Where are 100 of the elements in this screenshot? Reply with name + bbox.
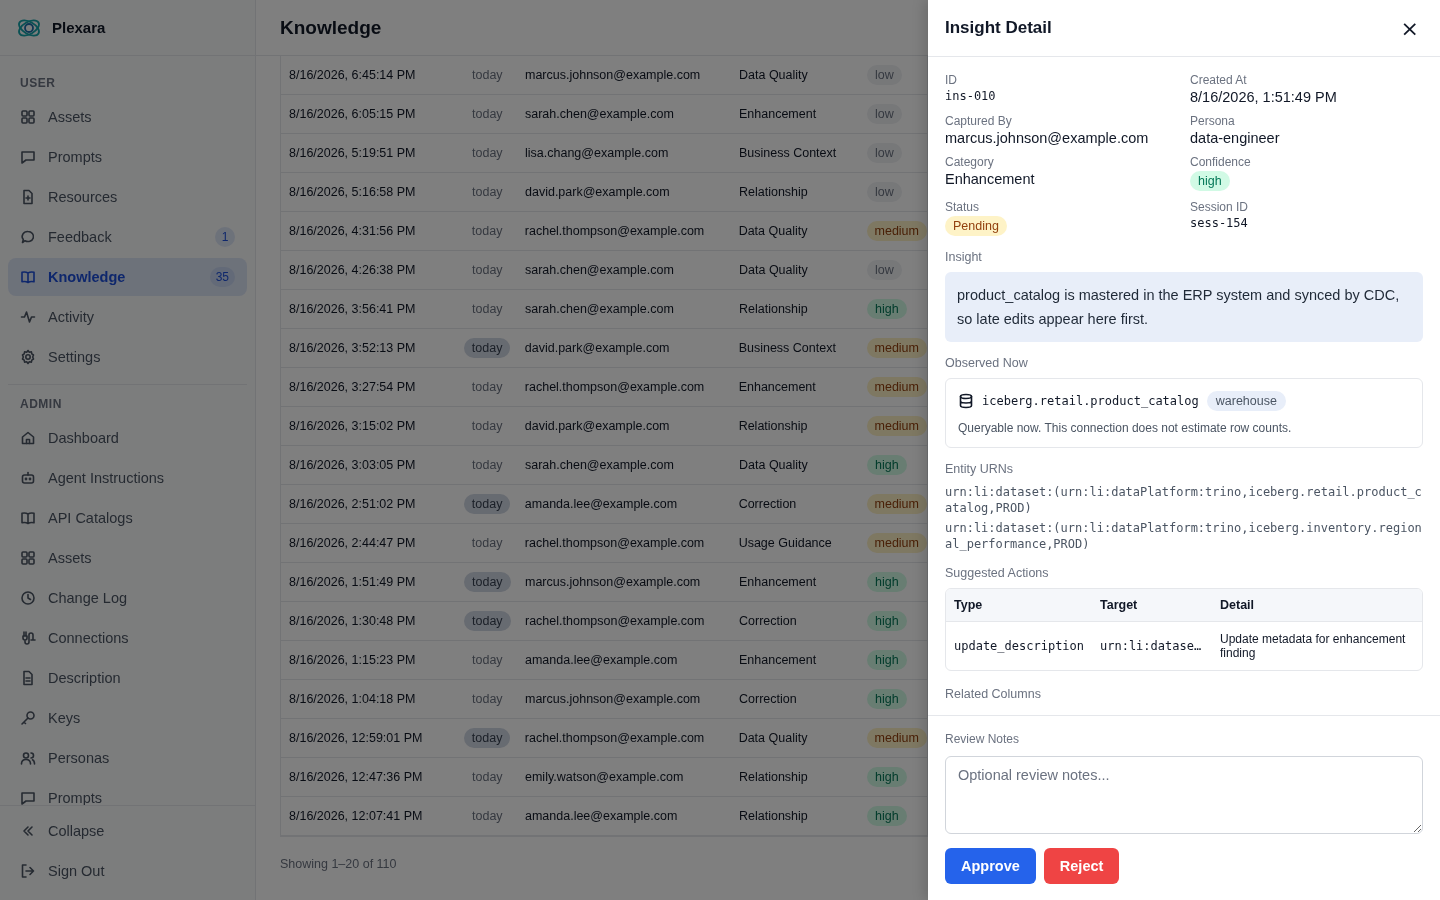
confidence-badge: medium [866, 221, 927, 241]
count-badge: 35 [209, 267, 235, 287]
age-label: today [470, 223, 504, 240]
confidence-badge: medium [866, 338, 927, 358]
table-cell-text: marcus.johnson@example.com [525, 68, 702, 82]
users-icon [20, 750, 36, 766]
table-row[interactable]: 8/16/2026, 2:44:47 PM today rachel.thompson@example.com Usage Guidance medium [281, 524, 927, 563]
table-cell-text: Correction [739, 614, 798, 628]
entity-urn: urn:li:dataset:(urn:li:dataPlatform:trino,iceberg.retail.product_catalog,PROD) [945, 484, 1423, 516]
sidebar-item[interactable]: Knowledge 35 [8, 258, 247, 296]
table-cell-text: Update metadata for enhancement finding [1220, 632, 1407, 660]
book-icon [20, 510, 36, 526]
table-row[interactable]: 8/16/2026, 1:51:49 PM today marcus.johnson@example.com Enhancement high [281, 563, 927, 602]
table-row[interactable]: 8/16/2026, 12:07:41 PM today amanda.lee@example.com Relationship high [281, 797, 927, 836]
confidence-badge: medium [866, 494, 927, 514]
table-name: iceberg.retail.product_catalog [982, 394, 1199, 408]
reject-button[interactable]: Reject [1043, 848, 1120, 884]
table-cell-text: sarah.chen@example.com [525, 302, 675, 316]
grid-icon [20, 550, 36, 566]
table-row[interactable]: 8/16/2026, 6:45:14 PM today marcus.johnson@example.com Data Quality low [281, 56, 927, 95]
table-cell-text: sarah.chen@example.com [525, 107, 675, 121]
table-row[interactable]: 8/16/2026, 3:56:41 PM today sarah.chen@example.com Relationship high [281, 290, 927, 329]
table-row[interactable]: 8/16/2026, 1:30:48 PM today rachel.thompson@example.com Correction high [281, 602, 927, 641]
field-value: Enhancement [945, 171, 1036, 187]
sidebar-item[interactable]: Personas [8, 739, 247, 777]
notes-field[interactable]: Optional review notes... [945, 756, 1423, 834]
table-row[interactable]: 8/16/2026, 12:47:36 PM today emily.watson@example.com Relationship high [281, 758, 927, 797]
sidebar-item[interactable]: Resources [8, 178, 247, 216]
table-cell-text: lisa.chang@example.com [525, 146, 670, 160]
close-button[interactable]: × [1396, 15, 1423, 41]
table-row[interactable]: 8/16/2026, 3:27:54 PM today rachel.thompson@example.com Enhancement medium [281, 368, 927, 407]
table-row[interactable]: 8/16/2026, 1:15:23 PM today amanda.lee@example.com Enhancement high [281, 641, 927, 680]
table-cell-text: 8/16/2026, 5:16:58 PM [289, 185, 417, 199]
sidebar-item[interactable]: Connections [8, 619, 247, 657]
column-header: Detail [1220, 598, 1256, 612]
age-label: today [471, 808, 504, 825]
age-label: today [471, 106, 504, 123]
confidence-badge: low [867, 104, 902, 124]
table-cell-text: marcus.johnson@example.com [525, 692, 702, 706]
status-badge: Pending [945, 216, 1007, 236]
age-label: today [471, 145, 504, 162]
plug-icon [20, 630, 36, 646]
table-cell-text: Business Context [739, 146, 838, 160]
sidebar-item[interactable]: Keys [8, 699, 247, 737]
approve-button[interactable]: Approve [945, 848, 1036, 884]
sidebar-item[interactable]: Change Log [8, 579, 247, 617]
robot-icon [20, 470, 36, 486]
section-label: Insight [945, 250, 983, 264]
entity-urn: urn:li:dataset:(urn:li:dataPlatform:trino,iceberg.inventory.regional_performance,PROD) [945, 520, 1423, 552]
table-cell-text: 8/16/2026, 3:27:54 PM [289, 380, 417, 394]
table-row[interactable]: 8/16/2026, 2:51:02 PM today amanda.lee@example.com Correction medium [281, 485, 927, 524]
age-label: today [471, 769, 504, 786]
table-cell-text: rachel.thompson@example.com [524, 380, 706, 394]
age-label: today [463, 728, 511, 748]
insight-text: product_catalog is mastered in the ERP system and synced by CDC, so late edits appear here first. [945, 272, 1423, 342]
sidebar-item[interactable]: Feedback 1 [8, 218, 247, 256]
table-row[interactable]: 8/16/2026, 4:26:38 PM today sarah.chen@example.com Data Quality low [281, 251, 927, 290]
confidence-badge: high [867, 806, 907, 826]
table-cell-text: 8/16/2026, 3:03:05 PM [289, 458, 417, 472]
field-value: sess-154 [1190, 216, 1249, 230]
sidebar-item[interactable]: Prompts [8, 138, 247, 176]
speech-bubble-icon [20, 229, 36, 245]
sidebar-item[interactable]: Assets [8, 539, 247, 577]
table-row[interactable]: 8/16/2026, 5:19:51 PM today lisa.chang@example.com Business Context low [281, 134, 927, 173]
table-cell-text: Relationship [738, 419, 809, 433]
sidebar-item[interactable]: Description [8, 659, 247, 697]
settings-icon [20, 349, 36, 365]
table-row[interactable]: 8/16/2026, 6:05:15 PM today sarah.chen@example.com Enhancement low [281, 95, 927, 134]
field-value: ins-010 [945, 89, 997, 103]
sidebar-item[interactable]: Collapse [8, 812, 247, 850]
table-row[interactable]: 8/16/2026, 3:03:05 PM today sarah.chen@example.com Data Quality high [281, 446, 927, 485]
table-cell-text: 8/16/2026, 6:45:14 PM [289, 68, 417, 82]
table-row[interactable]: 8/16/2026, 12:59:01 PM today rachel.thompson@example.com Data Quality medium [281, 719, 927, 758]
sidebar-item[interactable]: Settings [8, 338, 247, 376]
section-label: Observed Now [945, 356, 1029, 370]
table-cell-text: sarah.chen@example.com [525, 458, 675, 472]
table-cell-text: 8/16/2026, 2:51:02 PM [289, 497, 417, 511]
table-cell-text: 8/16/2026, 3:15:02 PM [289, 419, 417, 433]
page-title: Knowledge [280, 16, 382, 39]
observed-note: Queryable now. This connection does not estimate row counts. [958, 421, 1293, 435]
sidebar-item[interactable]: Agent Instructions [8, 459, 247, 497]
confidence-badge: high [867, 572, 907, 592]
table-cell-text: urn:li:datase… [1100, 639, 1203, 653]
sidebar-item[interactable]: Sign Out [8, 852, 247, 890]
age-label: today [463, 494, 511, 514]
table-row[interactable]: 8/16/2026, 1:04:18 PM today marcus.johnson@example.com Correction high [281, 680, 927, 719]
table-cell-text: Data Quality [739, 263, 809, 277]
table-row[interactable]: 8/16/2026, 5:16:58 PM today david.park@example.com Relationship low [281, 173, 927, 212]
sidebar-item[interactable]: API Catalogs [8, 499, 247, 537]
sidebar-item[interactable]: Assets [8, 98, 247, 136]
sign-out-icon [20, 863, 36, 879]
table-row[interactable]: 8/16/2026, 3:15:02 PM today david.park@example.com Relationship medium [281, 407, 927, 446]
count-badge: 1 [215, 227, 235, 247]
sidebar-item[interactable]: Dashboard [8, 419, 247, 457]
table-row[interactable]: 8/16/2026, 3:52:13 PM today david.park@example.com Business Context medium [281, 329, 927, 368]
chat-icon [20, 790, 36, 805]
table-cell-text: emily.watson@example.com [525, 770, 685, 784]
table-row[interactable]: 8/16/2026, 4:31:56 PM today rachel.thompson@example.com Data Quality medium [281, 212, 927, 251]
key-icon [20, 710, 36, 726]
sidebar-item[interactable]: Activity [8, 298, 247, 336]
